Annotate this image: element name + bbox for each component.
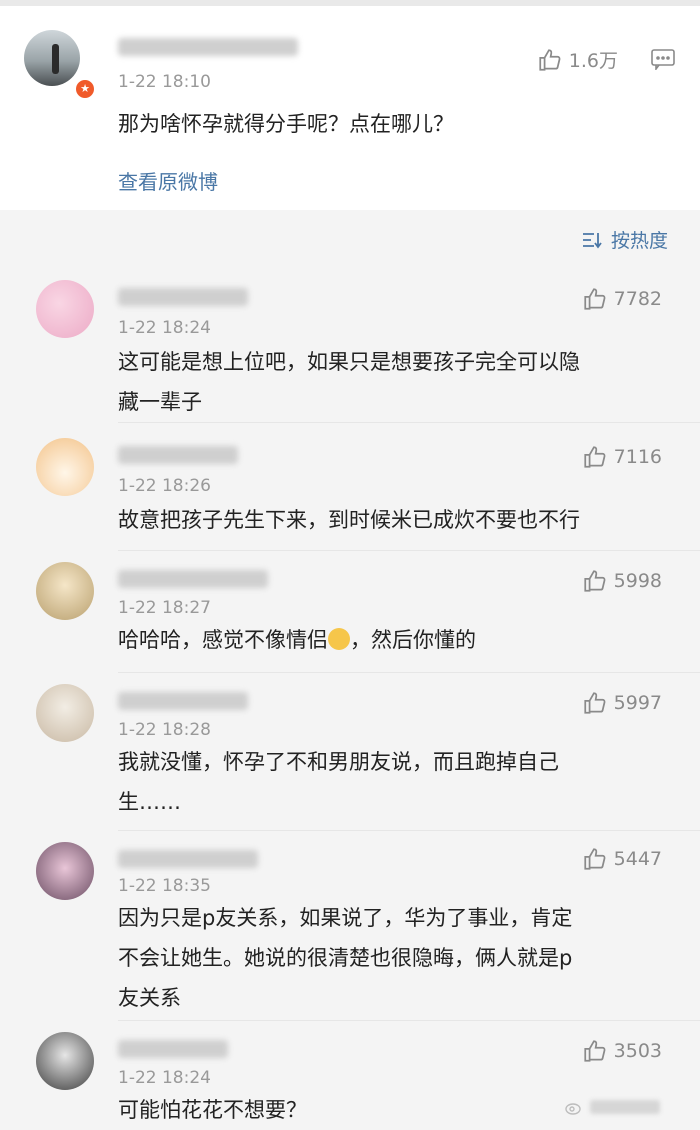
weibo-logo-icon <box>564 1099 584 1115</box>
comment-line: 生…… <box>118 782 652 822</box>
comment-item: 5998 1-22 18:27 哈哈哈，感觉不像情侣 ，然后你懂的 <box>0 556 700 666</box>
commenter-name-blurred[interactable] <box>118 570 268 588</box>
watermark <box>564 1099 660 1115</box>
comment-icon[interactable] <box>650 48 676 70</box>
comment-time: 1-22 18:26 <box>118 476 211 496</box>
comment-line: 藏一辈子 <box>118 382 652 422</box>
comment-item: 5997 1-22 18:28 我就没懂，怀孕了不和男朋友说，而且跑掉自己 生…… <box>0 678 700 828</box>
comment-text: 这可能是想上位吧，如果只是想要孩子完全可以隐 藏一辈子 <box>118 342 652 422</box>
original-post: ★ 1-22 18:10 1.6万 那为啥怀孕就得分手呢？点在哪儿？ 查看原微博 <box>0 6 700 210</box>
sort-by-hot-button[interactable]: 按热度 <box>581 226 668 253</box>
comment-line: 我就没懂，怀孕了不和男朋友说，而且跑掉自己 <box>118 742 652 782</box>
divider <box>118 830 700 831</box>
comment-like-button[interactable]: 5447 <box>582 846 662 872</box>
comment-like-button[interactable]: 5998 <box>582 568 662 594</box>
thumbs-up-icon <box>582 690 608 716</box>
post-time: 1-22 18:10 <box>118 72 211 92</box>
thumbs-up-icon <box>537 47 563 73</box>
commenter-name-blurred[interactable] <box>118 446 238 464</box>
author-avatar[interactable] <box>24 30 80 86</box>
divider <box>118 1020 700 1021</box>
post-text: 那为啥怀孕就得分手呢？点在哪儿？ <box>118 104 652 144</box>
comment-like-count: 5447 <box>614 848 662 870</box>
commenter-avatar[interactable] <box>36 842 94 900</box>
comment-line: ，然后你懂的 <box>350 628 476 652</box>
post-like-button[interactable]: 1.6万 <box>537 46 618 73</box>
commenter-name-blurred[interactable] <box>118 692 248 710</box>
comment-line: 哈哈哈，感觉不像情侣 <box>118 628 328 652</box>
commenter-avatar[interactable] <box>36 280 94 338</box>
comment-like-count: 7782 <box>614 288 662 310</box>
commenter-name-blurred[interactable] <box>118 850 258 868</box>
comment-like-button[interactable]: 5997 <box>582 690 662 716</box>
view-original-link[interactable]: 查看原微博 <box>118 166 218 195</box>
comment-text: 故意把孩子先生下来，到时候米已成炊不要也不行 <box>118 500 652 540</box>
verified-badge-icon: ★ <box>74 78 96 100</box>
comment-like-button[interactable]: 7782 <box>582 286 662 312</box>
thumbs-up-icon <box>582 286 608 312</box>
sort-label: 按热度 <box>611 226 668 253</box>
commenter-name-blurred[interactable] <box>118 288 248 306</box>
thumbs-up-icon <box>582 444 608 470</box>
author-name-blurred[interactable] <box>118 38 298 56</box>
divider <box>118 422 700 423</box>
comment-like-button[interactable]: 3503 <box>582 1038 662 1064</box>
thumbs-up-icon <box>582 846 608 872</box>
commenter-avatar[interactable] <box>36 1032 94 1090</box>
divider <box>118 672 700 673</box>
comment-time: 1-22 18:28 <box>118 720 211 740</box>
comment-text: 因为只是p友关系，如果说了，华为了事业，肯定 不会让她生。她说的很清楚也很隐晦，… <box>118 898 652 1018</box>
comment-item: 5447 1-22 18:35 因为只是p友关系，如果说了，华为了事业，肯定 不… <box>0 836 700 1016</box>
comment-line: 这可能是想上位吧，如果只是想要孩子完全可以隐 <box>118 342 652 382</box>
comment-like-count: 3503 <box>614 1040 662 1062</box>
comment-line: 不会让她生。她说的很清楚也很隐晦，俩人就是p <box>118 938 652 978</box>
comment-text: 哈哈哈，感觉不像情侣 ，然后你懂的 <box>118 620 652 660</box>
thumbs-up-icon <box>582 1038 608 1064</box>
comment-time: 1-22 18:27 <box>118 598 211 618</box>
comment-time: 1-22 18:24 <box>118 1068 211 1088</box>
divider <box>118 550 700 551</box>
thumbs-up-icon <box>582 568 608 594</box>
comment-line: 因为只是p友关系，如果说了，华为了事业，肯定 <box>118 898 652 938</box>
comment-like-count: 5997 <box>614 692 662 714</box>
comment-time: 1-22 18:35 <box>118 876 211 896</box>
commenter-avatar[interactable] <box>36 562 94 620</box>
comment-like-count: 5998 <box>614 570 662 592</box>
comment-like-count: 7116 <box>614 446 662 468</box>
comment-like-button[interactable]: 7116 <box>582 444 662 470</box>
comment-item: 7782 1-22 18:24 这可能是想上位吧，如果只是想要孩子完全可以隐 藏… <box>0 272 700 412</box>
comment-line: 友关系 <box>118 978 652 1018</box>
comment-text: 我就没懂，怀孕了不和男朋友说，而且跑掉自己 生…… <box>118 742 652 822</box>
commenter-avatar[interactable] <box>36 438 94 496</box>
comment-line: 故意把孩子先生下来，到时候米已成炊不要也不行 <box>118 500 652 540</box>
sort-icon <box>581 231 603 249</box>
comment-item: 7116 1-22 18:26 故意把孩子先生下来，到时候米已成炊不要也不行 <box>0 430 700 540</box>
post-like-count: 1.6万 <box>569 46 618 73</box>
commenter-avatar[interactable] <box>36 684 94 742</box>
smiling-emoji-icon <box>328 628 350 650</box>
comment-time: 1-22 18:24 <box>118 318 211 338</box>
watermark-name-blurred <box>590 1100 660 1114</box>
commenter-name-blurred[interactable] <box>118 1040 228 1058</box>
